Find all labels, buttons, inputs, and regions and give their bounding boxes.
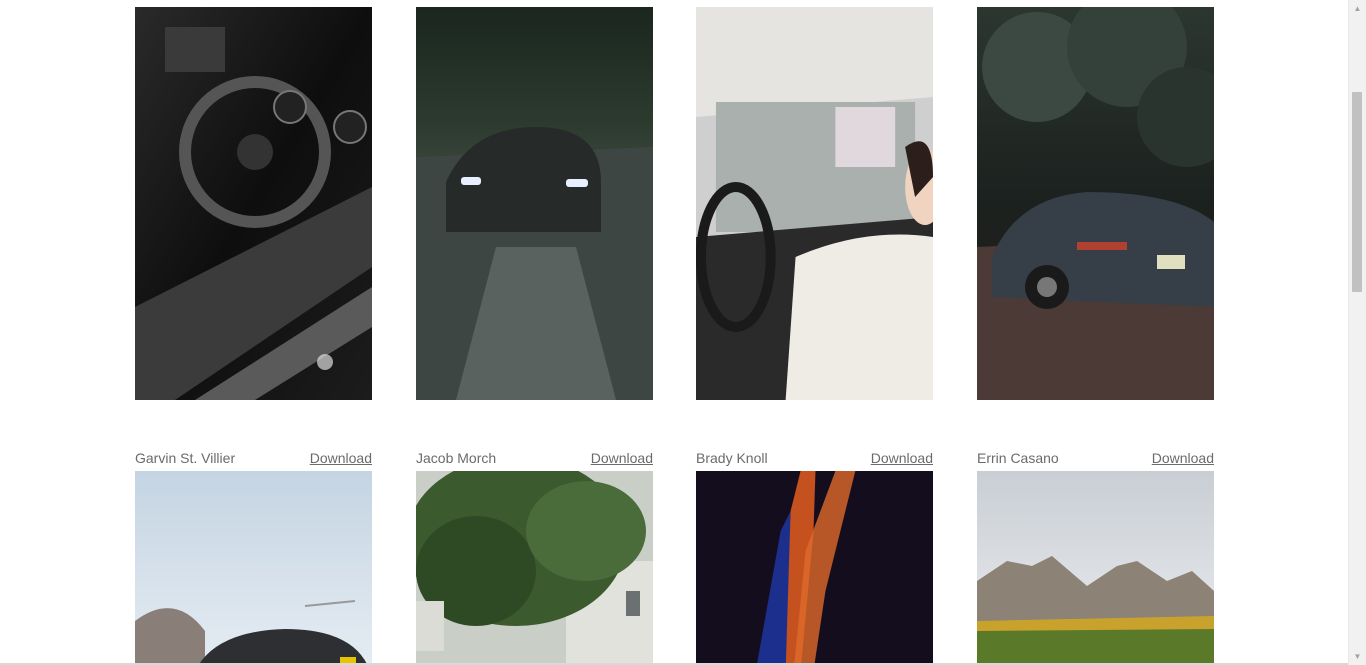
photo-car-under-sky[interactable] [135, 471, 372, 665]
photo-dark-sports-car[interactable] [977, 7, 1214, 400]
author-name: Errin Casano [977, 450, 1059, 466]
photo-grid: Garvin St. Villier Download Jacob Morch … [135, 7, 1214, 665]
download-link[interactable]: Download [1152, 450, 1214, 466]
photo-caption: Brady Knoll Download [696, 446, 933, 470]
download-link[interactable]: Download [310, 450, 372, 466]
vertical-scrollbar[interactable]: ▲ ▼ [1348, 0, 1366, 665]
image-row-1 [135, 7, 1214, 400]
photo-gallery-page: Garvin St. Villier Download Jacob Morch … [0, 0, 1349, 665]
caption-row-1: Garvin St. Villier Download Jacob Morch … [135, 446, 1214, 470]
photo-mountain-landscape[interactable] [977, 471, 1214, 665]
download-link[interactable]: Download [871, 450, 933, 466]
photo-caption: Jacob Morch Download [416, 446, 653, 470]
author-name: Brady Knoll [696, 450, 768, 466]
photo-sports-car-road[interactable] [416, 7, 653, 400]
photo-car-door-abstract[interactable] [696, 471, 933, 665]
triangle-up-icon[interactable]: ▲ [1349, 0, 1366, 17]
author-name: Jacob Morch [416, 450, 497, 466]
photo-tree-building[interactable] [416, 471, 653, 665]
photo-woman-driving[interactable] [696, 7, 933, 400]
author-name: Garvin St. Villier [135, 450, 236, 466]
photo-caption: Errin Casano Download [977, 446, 1214, 470]
photo-car-interior[interactable] [135, 7, 372, 400]
photo-caption: Garvin St. Villier Download [135, 446, 372, 470]
download-link[interactable]: Download [591, 450, 653, 466]
image-row-2 [135, 471, 1214, 665]
triangle-down-icon[interactable]: ▼ [1349, 648, 1366, 665]
scrollbar-thumb[interactable] [1352, 92, 1362, 292]
